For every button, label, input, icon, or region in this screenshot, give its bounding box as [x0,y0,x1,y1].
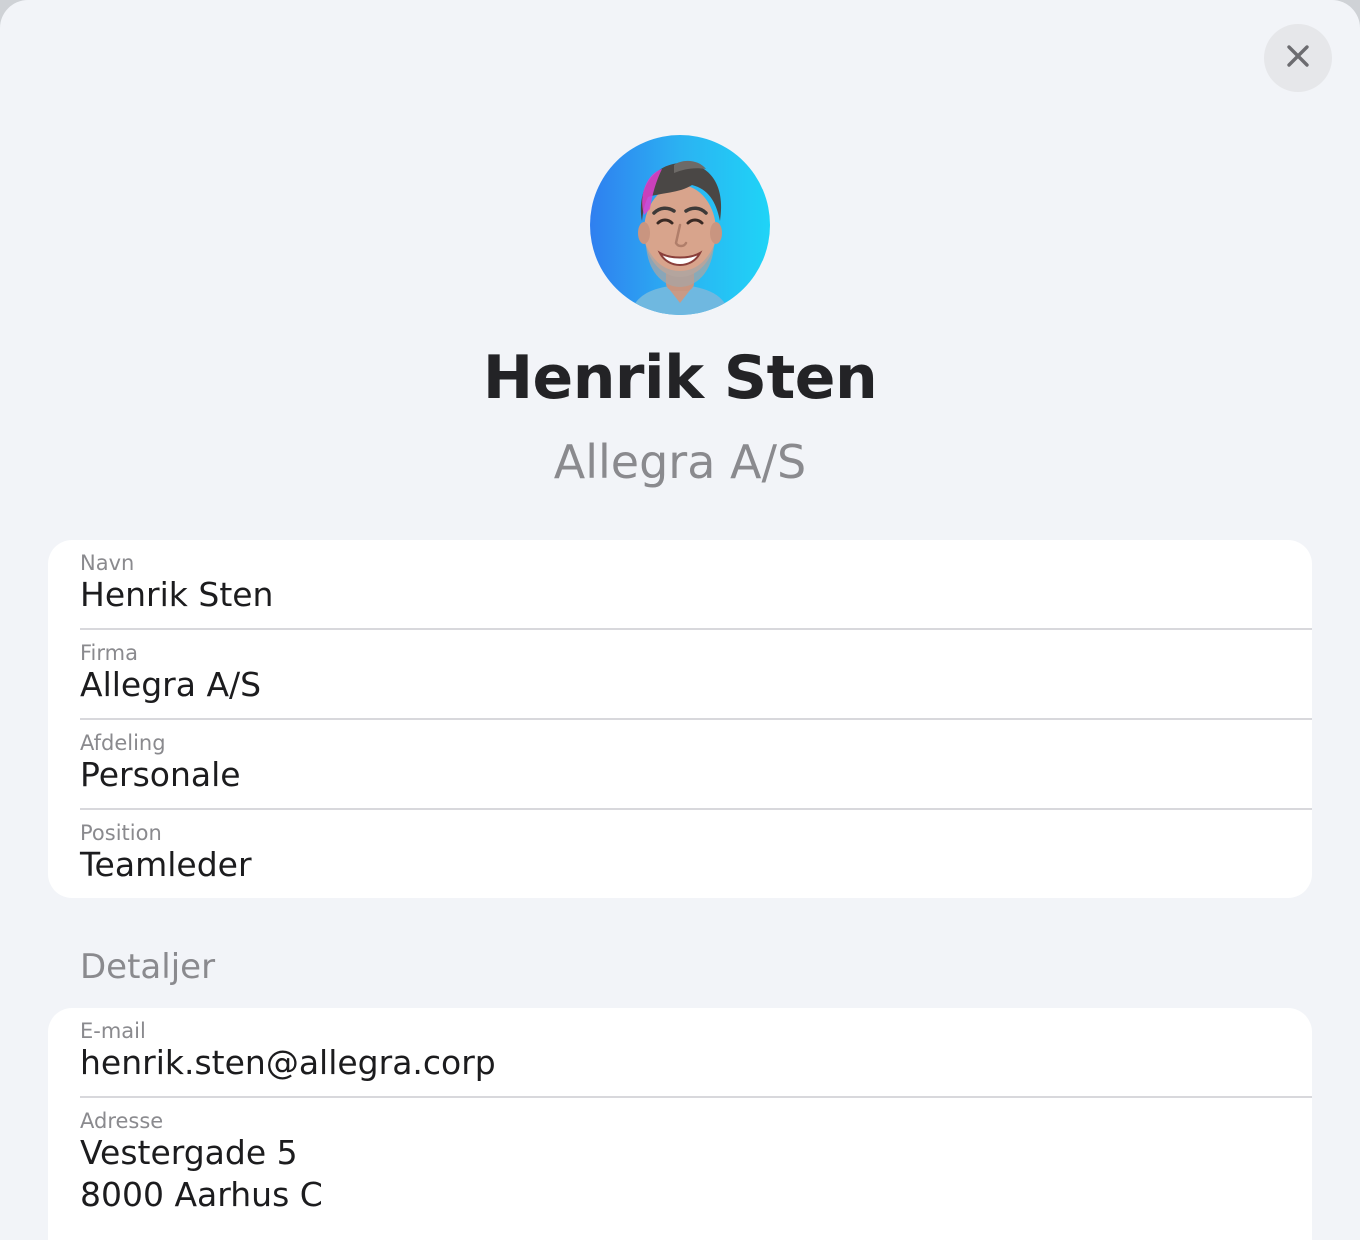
field-address[interactable]: Adresse Vestergade 5 8000 Aarhus C [80,1098,1312,1240]
field-label: Navn [80,551,135,575]
details-card: E-mail henrik.sten@allegra.corp Adresse … [48,1008,1312,1240]
field-label: Adresse [80,1109,164,1133]
field-value: Teamleder [80,845,252,884]
details-heading: Detaljer [80,947,216,987]
primary-info-card: Navn Henrik Sten Firma Allegra A/S Afdel… [48,540,1312,898]
email-link[interactable]: henrik.sten@allegra.corp [80,1042,496,1084]
field-value: Henrik Sten [80,575,274,614]
field-department[interactable]: Afdeling Personale [80,720,1312,810]
close-icon [1285,43,1311,73]
avatar [590,135,770,315]
field-value: Personale [80,755,241,794]
field-name[interactable]: Navn Henrik Sten [80,540,1312,630]
field-email[interactable]: E-mail henrik.sten@allegra.corp [80,1008,1312,1098]
profile-name: Henrik Sten [482,343,878,413]
field-label: Firma [80,641,138,665]
contact-sheet: Henrik Sten Allegra A/S Navn Henrik Sten… [0,0,1360,1240]
address-value[interactable]: Vestergade 5 8000 Aarhus C [80,1132,323,1216]
field-company[interactable]: Firma Allegra A/S [80,630,1312,720]
field-label: Position [80,821,162,845]
profile-company: Allegra A/S [553,435,807,489]
close-button[interactable] [1264,24,1332,92]
field-position[interactable]: Position Teamleder [80,810,1312,900]
field-label: E-mail [80,1019,146,1043]
field-label: Afdeling [80,731,166,755]
field-value: Allegra A/S [80,665,262,704]
